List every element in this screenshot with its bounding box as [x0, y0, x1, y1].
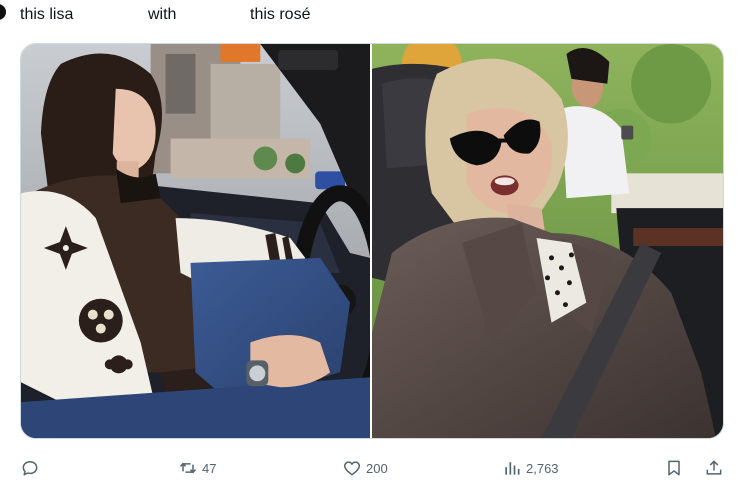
bookmark-icon — [664, 458, 684, 478]
tweet-text-part: this rosé — [250, 6, 311, 23]
share-button[interactable] — [704, 455, 724, 481]
views-icon — [502, 458, 522, 478]
like-button[interactable]: 200 — [342, 455, 388, 481]
media-image-right[interactable] — [372, 44, 723, 438]
person-in-convertible-photo — [372, 44, 723, 438]
views-button[interactable]: 2,763 — [502, 455, 559, 481]
share-icon — [704, 458, 724, 478]
person-driving-car-photo — [21, 44, 370, 438]
tweet-text: this lisa with this rosé — [0, 4, 753, 28]
media-image-left[interactable] — [21, 44, 370, 438]
reply-icon — [20, 458, 40, 478]
heart-icon — [342, 458, 362, 478]
reply-button[interactable] — [20, 455, 40, 481]
bookmark-button[interactable] — [664, 455, 684, 481]
retweet-button[interactable]: 47 — [178, 455, 216, 481]
views-count: 2,763 — [526, 460, 559, 476]
tweet-actions: 47 200 2,763 — [20, 455, 732, 481]
retweet-icon — [178, 458, 198, 478]
like-count: 200 — [366, 460, 388, 476]
avatar[interactable] — [0, 4, 6, 20]
tweet-text-part: with — [148, 6, 177, 23]
media-grid — [20, 43, 724, 439]
tweet-text-part: this lisa — [20, 6, 74, 23]
retweet-count: 47 — [202, 460, 217, 476]
